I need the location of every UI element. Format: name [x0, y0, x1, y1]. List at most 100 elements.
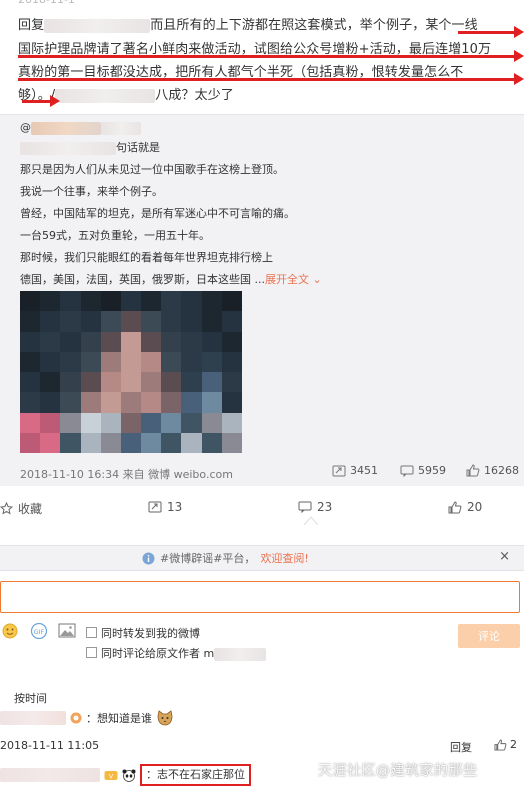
original-text-line: 那只是因为人们从未见过一位中国歌手在这榜上登顶。: [20, 163, 284, 176]
mosaic-cell: [221, 372, 242, 393]
comment-icon: [400, 465, 414, 477]
mosaic-cell: [201, 311, 222, 332]
reply-button[interactable]: 回复: [450, 739, 472, 755]
mosaic-cell: [201, 392, 222, 413]
mosaic-cell: [141, 412, 162, 433]
mosaic-cell: [120, 412, 142, 433]
mosaic-cell: [201, 372, 222, 393]
expand-full-text-link[interactable]: 展开全文: [265, 273, 309, 286]
redacted-username: [31, 121, 101, 135]
mosaic-cell: [20, 372, 41, 393]
mosaic-cell: [20, 412, 41, 433]
pixelated-image[interactable]: [20, 291, 242, 453]
mosaic-cell: [80, 311, 101, 332]
mosaic-cell: [40, 331, 61, 352]
mosaic-cell: [141, 392, 162, 413]
submit-comment-button[interactable]: 评论: [458, 624, 520, 648]
annotation-arrow: [514, 73, 524, 85]
like-button[interactable]: 20: [448, 500, 482, 514]
comment-icon: [298, 501, 312, 513]
comment-to-author-checkbox[interactable]: 同时评论给原文作者 m: [86, 645, 267, 661]
avatar-badge-icon: [70, 712, 82, 724]
reply-post: 2018-11-1 回复而且所有的上下游都在照这套模式，举个例子，某个一线 国际…: [0, 0, 524, 107]
mosaic-cell: [60, 432, 81, 453]
redacted-text: [55, 88, 156, 103]
mosaic-cell: [141, 432, 162, 453]
comment-item: ：想知道是谁: [0, 710, 174, 726]
cat-emoji-icon: [157, 710, 173, 726]
thumbs-up-icon: [448, 500, 462, 513]
mosaic-cell: [80, 392, 101, 413]
mosaic-cell: [221, 291, 242, 312]
mosaic-cell: [161, 412, 182, 433]
mosaic-cell: [40, 351, 61, 372]
redacted-text: [101, 121, 141, 135]
mosaic-cell: [20, 291, 41, 312]
close-icon[interactable]: ×: [499, 549, 510, 564]
mosaic-cell: [181, 311, 202, 332]
mosaic-cell: [100, 412, 121, 433]
repost-to-my-weibo-checkbox[interactable]: 同时转发到我的微博: [86, 625, 200, 641]
mosaic-cell: [161, 331, 182, 352]
mosaic-cell: [161, 291, 182, 312]
original-text-line: 曾经，中国陆军的坦克，是所有军迷心中不可言喻的痛。: [20, 207, 295, 220]
mosaic-cell: [221, 412, 242, 433]
mosaic-cell: [40, 412, 61, 433]
mosaic-cell: [60, 291, 81, 312]
post-text: 八成？太少了: [155, 88, 234, 103]
mosaic-cell: [221, 311, 242, 332]
favorite-button[interactable]: 收藏: [0, 500, 42, 517]
comment-button[interactable]: 23: [298, 500, 332, 514]
original-text-line: 我说一个往事，来举个例子。: [20, 185, 163, 198]
gif-icon[interactable]: GIF: [30, 623, 48, 639]
mosaic-cell: [60, 311, 81, 332]
mosaic-cell: [141, 331, 162, 352]
mosaic-cell: [100, 351, 121, 372]
cropped-meta-text: 2018-11-1: [18, 0, 75, 6]
repost-icon: [148, 501, 162, 513]
redacted-username: [0, 711, 66, 725]
original-text-line: 德国，美国，法国，英国，俄罗斯，日本这些国 ...展开全文 ⌄: [20, 273, 322, 286]
mosaic-cell: [201, 351, 222, 372]
annotation-underline: [458, 31, 514, 34]
mosaic-cell: [60, 351, 81, 372]
emoji-icon[interactable]: [2, 623, 18, 639]
original-author[interactable]: @: [20, 121, 141, 135]
mosaic-cell: [100, 311, 121, 332]
annotation-underline: [18, 55, 514, 58]
original-comment-count[interactable]: 5959: [400, 464, 446, 477]
mosaic-cell: [120, 291, 142, 312]
redacted-text: [20, 141, 116, 155]
mosaic-cell: [181, 351, 202, 372]
mosaic-cell: [221, 351, 242, 372]
mosaic-cell: [201, 331, 222, 352]
mosaic-cell: [60, 331, 81, 352]
mosaic-cell: [40, 392, 61, 413]
mosaic-cell: [120, 432, 142, 453]
mosaic-cell: [100, 331, 121, 352]
mosaic-cell: [100, 392, 121, 413]
mosaic-cell: [20, 432, 41, 453]
original-like-count[interactable]: 16268: [466, 464, 519, 477]
original-text-line: 句话就是: [20, 139, 160, 155]
notice-banner: #微博辟谣#平台， 欢迎查阅! ×: [0, 545, 524, 571]
original-repost-count[interactable]: 3451: [332, 464, 378, 477]
redacted-username: [44, 18, 151, 33]
comment-input[interactable]: [0, 581, 520, 613]
mosaic-cell: [100, 372, 121, 393]
comment-time: 2018-11-11 11:05: [0, 739, 100, 752]
comment-item: V ：想知道是谁 ：志不在石家庄那位: [0, 764, 251, 786]
mosaic-cell: [120, 372, 142, 393]
mosaic-cell: [60, 372, 81, 393]
banner-link[interactable]: 欢迎查阅!: [260, 550, 308, 566]
sort-by-time-tab[interactable]: 按时间: [14, 690, 47, 706]
quoted-original-post: @ 句话就是 那只是因为人们从未见过一位中国歌手在这榜上登顶。 我说一个往事，来…: [0, 114, 524, 486]
checkbox-box: [86, 627, 97, 638]
mosaic-cell: [161, 311, 182, 332]
repost-button[interactable]: 13: [148, 500, 182, 514]
mosaic-cell: [40, 432, 61, 453]
image-icon[interactable]: [58, 623, 76, 638]
mosaic-cell: [80, 291, 101, 312]
mosaic-cell: [161, 351, 182, 372]
comment-like-button[interactable]: 2: [494, 738, 517, 751]
